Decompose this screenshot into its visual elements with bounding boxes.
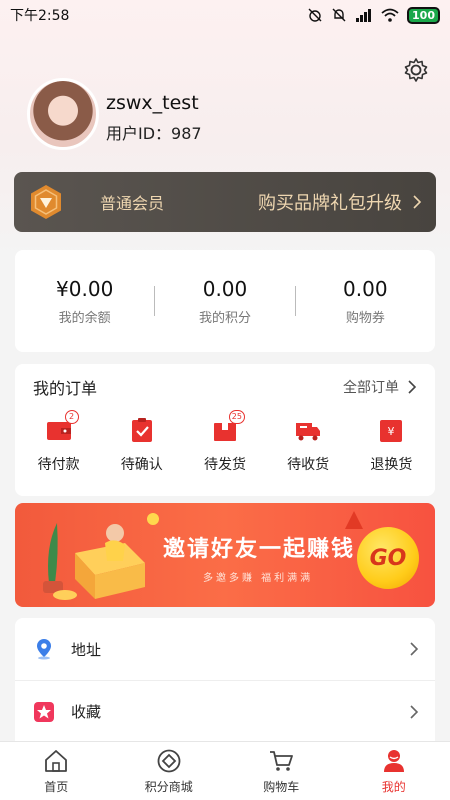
status-time: 下午2:58 — [10, 8, 70, 24]
chevron-right-icon — [410, 704, 419, 719]
order-badge: 25 — [228, 410, 245, 424]
star-icon — [34, 701, 54, 722]
wallet-card: ¥0.00 我的余额 0.00 我的积分 0.00 购物券 — [15, 250, 435, 352]
order-refund[interactable]: ¥ 退换货 — [351, 416, 431, 474]
order-label: 待发货 — [203, 457, 246, 473]
package-icon: 25 — [211, 410, 245, 444]
wallet-points[interactable]: 0.00 我的积分 — [155, 277, 294, 326]
user-id: 用户ID：987 — [106, 124, 202, 143]
wallet-balance[interactable]: ¥0.00 我的余额 — [15, 277, 154, 326]
tab-label: 我的 — [381, 779, 406, 794]
order-status-row: 2 待付款 待确认 25 待发货 待收货 ¥ 退换货 — [15, 410, 435, 474]
orders-header: 我的订单 全部订单 — [15, 364, 435, 410]
tab-home[interactable]: 首页 — [0, 742, 113, 800]
vouchers-label: 购物券 — [345, 310, 385, 326]
cart-icon — [270, 750, 294, 771]
order-pending-payment[interactable]: 2 待付款 — [19, 410, 99, 474]
order-pending-confirm[interactable]: 待确认 — [102, 416, 182, 474]
balance-value: ¥0.00 — [56, 276, 114, 301]
chevron-right-icon — [410, 642, 419, 656]
tab-points-mall[interactable]: 积分商城 — [113, 742, 226, 800]
home-icon — [45, 749, 68, 772]
go-button[interactable]: GO — [357, 527, 419, 589]
menu-item-address[interactable]: 地址 — [15, 618, 435, 680]
location-pin-icon — [37, 639, 51, 660]
clipboard-check-icon — [128, 416, 156, 444]
menu-label: 地址 — [71, 640, 102, 659]
all-orders-label: 全部订单 — [343, 380, 399, 396]
points-label: 我的积分 — [198, 310, 251, 326]
member-badge-icon — [31, 185, 61, 219]
order-badge: 2 — [64, 410, 79, 424]
banner-illustration — [43, 513, 159, 600]
balance-label: 我的余额 — [58, 310, 111, 326]
tab-mine[interactable]: 我的 — [338, 742, 450, 800]
banner-subtitle: 多邀多赚 福利满满 — [203, 573, 314, 584]
refund-icon: ¥ — [377, 416, 405, 444]
order-label: 退换货 — [370, 457, 413, 473]
order-pending-ship[interactable]: 25 待发货 — [185, 410, 265, 474]
order-label: 待收货 — [287, 457, 330, 473]
flag-icon — [345, 511, 363, 529]
menu-item-favorites[interactable]: 收藏 — [15, 680, 435, 742]
points-mall-icon — [157, 749, 181, 772]
chevron-right-icon — [413, 195, 422, 209]
chevron-right-icon — [408, 380, 417, 394]
orders-title: 我的订单 — [33, 379, 98, 398]
member-level: 普通会员 — [100, 194, 165, 213]
tab-label: 积分商城 — [144, 779, 193, 794]
signal-icon — [356, 9, 372, 22]
svg-text:¥: ¥ — [388, 425, 395, 438]
invite-banner[interactable]: 邀请好友一起赚钱 多邀多赚 福利满满 GO — [15, 503, 435, 607]
battery-indicator: 100 — [407, 6, 440, 24]
orders-card: 我的订单 全部订单 2 待付款 待确认 25 待发货 待收货 ¥ 退换货 — [15, 364, 435, 496]
all-orders-link[interactable]: 全部订单 — [343, 377, 417, 397]
wallet-icon: 2 — [45, 410, 79, 444]
avatar[interactable] — [27, 78, 99, 150]
go-label: GO — [369, 545, 407, 571]
tab-label: 购物车 — [263, 779, 300, 794]
upgrade-label: 购买品牌礼包升级 — [258, 193, 402, 214]
alarm-off-icon — [308, 8, 322, 22]
bottom-tab-bar: 首页 积分商城 购物车 我的 — [0, 741, 450, 800]
upgrade-link[interactable]: 购买品牌礼包升级 — [258, 189, 422, 215]
tab-label: 首页 — [44, 779, 69, 794]
order-pending-receive[interactable]: 待收货 — [268, 416, 348, 474]
vouchers-value: 0.00 — [343, 276, 388, 301]
settings-gear-icon[interactable] — [402, 56, 430, 84]
status-icons: 100 — [307, 6, 440, 24]
order-label: 待确认 — [120, 457, 163, 473]
order-label: 待付款 — [37, 457, 80, 473]
wifi-icon — [381, 8, 399, 22]
membership-bar[interactable]: 普通会员 购买品牌礼包升级 — [14, 172, 436, 232]
username: zswx_test — [106, 92, 199, 114]
banner-title: 邀请好友一起赚钱 — [163, 537, 356, 562]
menu-list: 地址 收藏 — [15, 618, 435, 750]
menu-label: 收藏 — [71, 703, 102, 721]
bell-mute-icon — [332, 8, 346, 22]
profile-icon — [383, 749, 404, 772]
status-bar: 下午2:58 100 — [0, 0, 450, 30]
tab-cart[interactable]: 购物车 — [225, 742, 338, 800]
wallet-vouchers[interactable]: 0.00 购物券 — [296, 277, 435, 326]
truck-icon — [294, 416, 322, 444]
points-value: 0.00 — [202, 276, 248, 301]
